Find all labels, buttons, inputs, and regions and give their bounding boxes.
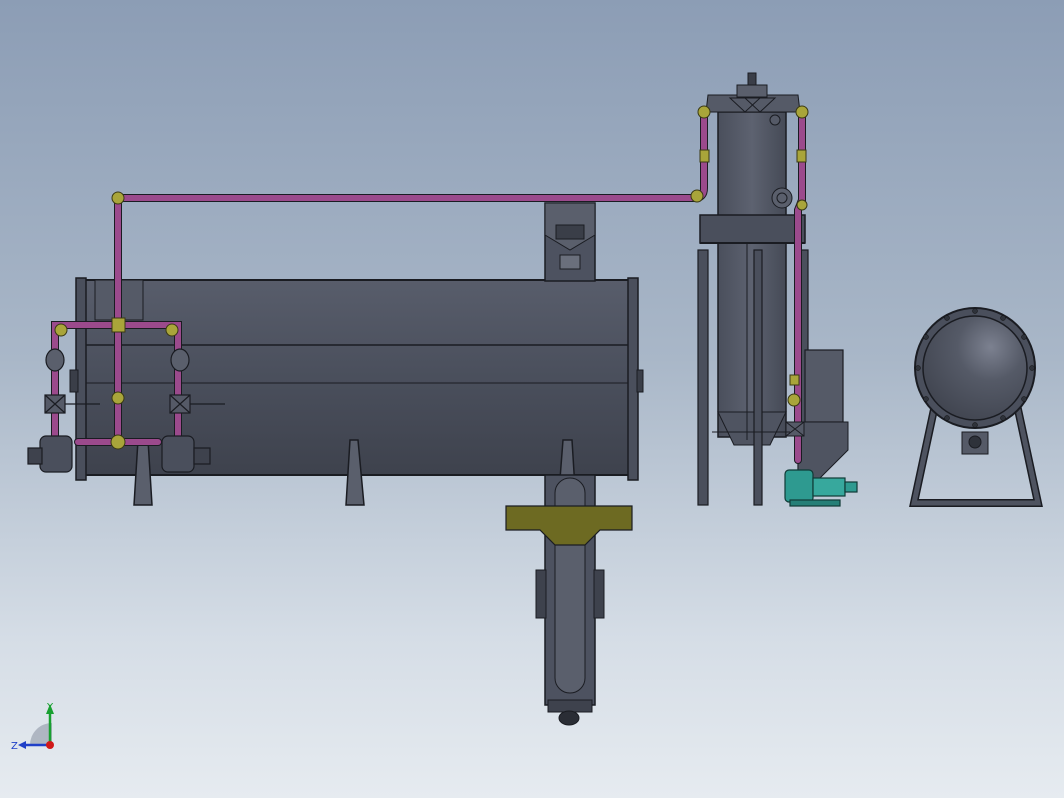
spherical-vessel[interactable] <box>909 307 1043 507</box>
chute-yellow-hopper <box>505 505 633 546</box>
coordinate-triad: Y Z <box>11 702 54 752</box>
vertical-column[interactable] <box>699 72 806 446</box>
z-axis-label: Z <box>11 741 18 752</box>
x-axis-dot <box>46 741 54 749</box>
cad-drawing: Y Z <box>11 72 1043 752</box>
cad-viewport[interactable]: Y Z <box>0 0 1064 798</box>
y-axis-label: Y <box>46 702 54 713</box>
side-hopper <box>797 349 849 479</box>
